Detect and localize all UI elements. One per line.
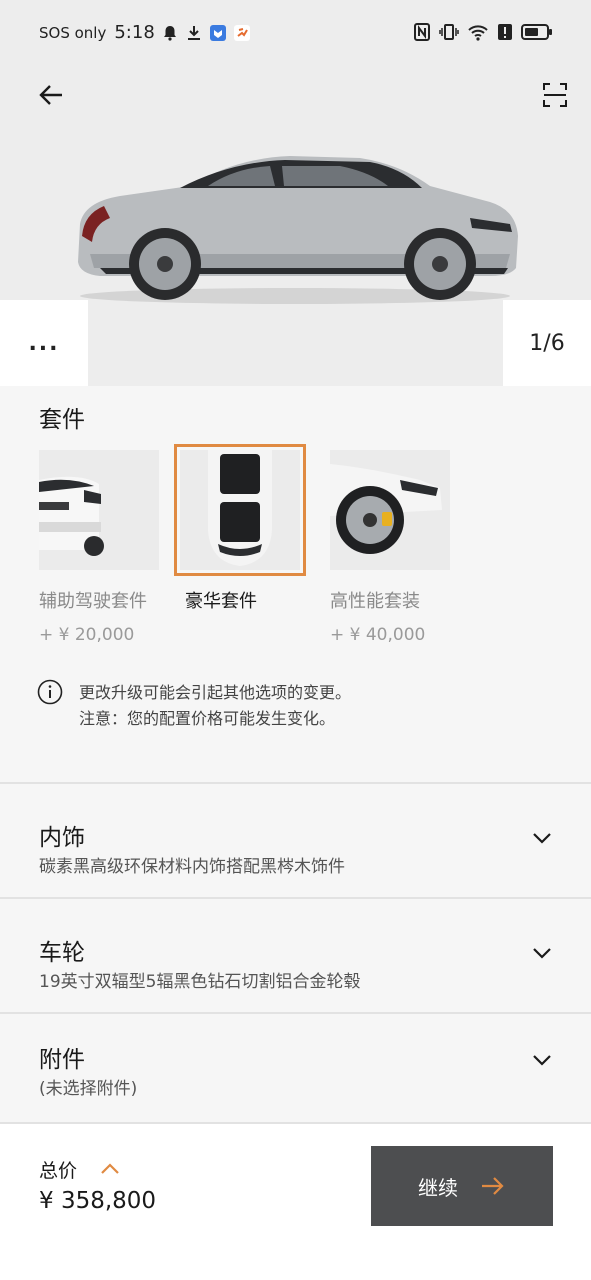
section-subtitle: 碳素黑高级环保材料内饰搭配黑梣木饰件 (39, 857, 345, 877)
status-bar-left: SOS only 5:18 (39, 22, 251, 43)
package-name-performance: 高性能套装 (330, 591, 420, 612)
clock-time: 5:18 (114, 22, 155, 43)
car-side-image (78, 156, 518, 304)
image-counter: 1/6 (503, 300, 591, 386)
section-subtitle: (未选择附件) (39, 1079, 138, 1099)
status-bar-right (413, 22, 553, 42)
info-note: 更改升级可能会引起其他选项的变更。 注意：您的配置价格可能发生变化。 (79, 680, 351, 732)
battery-icon (521, 24, 552, 40)
bell-icon (163, 25, 176, 41)
section-title: 车轮 (39, 940, 85, 966)
download-icon (187, 25, 200, 40)
info-line-1: 更改升级可能会引起其他选项的变更。 (79, 683, 352, 702)
alert-icon (498, 24, 512, 40)
app-runner-icon (233, 24, 250, 41)
continue-label: 继续 (418, 1175, 458, 1200)
total-label: 总价 (39, 1160, 78, 1182)
section-subtitle: 19英寸双辐型5辐黑色钻石切割铝合金轮毂 (39, 972, 361, 992)
package-thumb-luxury[interactable] (174, 444, 306, 576)
arrow-right-icon (482, 1177, 504, 1195)
car-wheel-image (330, 450, 450, 570)
nfc-icon (414, 23, 430, 41)
package-price-performance: + ¥ 40,000 (330, 625, 426, 645)
section-interior[interactable]: 内饰 碳素黑高级环保材料内饰搭配黑梣木饰件 (0, 784, 591, 898)
info-icon (37, 679, 63, 705)
info-line-2: 注意：您的配置价格可能发生变化。 (79, 709, 336, 728)
chevron-down-icon[interactable] (530, 941, 554, 965)
car-front-image (39, 450, 159, 570)
section-title: 附件 (39, 1047, 85, 1073)
continue-button[interactable]: 继续 (371, 1146, 553, 1226)
hero-gallery: ... 1/6 (0, 66, 591, 386)
package-price-assist: + ¥ 20,000 (39, 625, 135, 645)
app-shield-icon (209, 24, 226, 41)
rear-wheel (404, 228, 476, 300)
more-options-button[interactable]: ... (0, 300, 88, 386)
back-arrow-icon[interactable] (34, 78, 68, 112)
front-wheel (129, 228, 201, 300)
package-thumb-assist[interactable] (39, 450, 159, 570)
status-bar: SOS only 5:18 (0, 0, 591, 66)
chevron-down-icon[interactable] (530, 826, 554, 850)
car-topview-image (180, 450, 300, 570)
section-title: 内饰 (39, 825, 85, 851)
carrier-text: SOS only (39, 23, 107, 42)
section-accessories[interactable]: 附件 (未选择附件) (0, 1006, 591, 1120)
package-thumb-performance[interactable] (330, 450, 450, 570)
vibrate-icon (439, 24, 459, 40)
packages-title: 套件 (39, 407, 85, 433)
package-name-luxury: 豪华套件 (185, 591, 257, 612)
total-price: ¥ 358,800 (39, 1188, 157, 1214)
chevron-down-icon[interactable] (530, 1048, 554, 1072)
fullscreen-icon[interactable] (540, 80, 570, 110)
package-name-assist: 辅助驾驶套件 (39, 591, 147, 612)
section-wheels[interactable]: 车轮 19英寸双辐型5辐黑色钻石切割铝合金轮毂 (0, 899, 591, 1013)
wifi-icon (468, 25, 488, 41)
price-footer: 总价 ¥ 358,800 继续 (0, 1122, 591, 1280)
chevron-up-icon[interactable] (99, 1158, 121, 1180)
